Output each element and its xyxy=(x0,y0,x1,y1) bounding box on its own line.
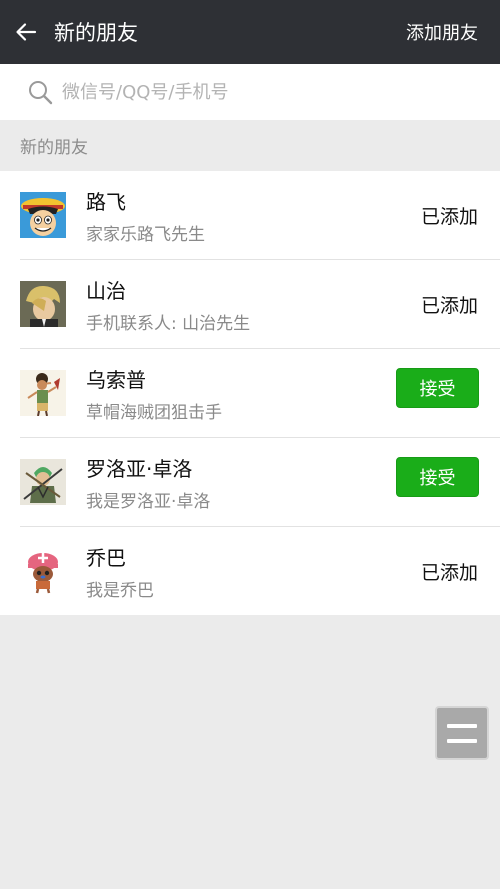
friend-message: 我是乔巴 xyxy=(86,581,154,601)
top-bar: 新的朋友 添加朋友 xyxy=(0,0,500,64)
accept-button[interactable]: 接受 xyxy=(396,368,479,408)
search-bar xyxy=(0,64,500,120)
status-added-label: 已添加 xyxy=(420,295,478,317)
menu-icon xyxy=(447,723,477,728)
section-header: 新的朋友 xyxy=(0,120,500,171)
section-title: 新的朋友 xyxy=(20,138,88,158)
friend-name: 罗洛亚·卓洛 xyxy=(86,457,193,481)
add-friend-button[interactable]: 添加朋友 xyxy=(406,19,478,45)
luffy-avatar xyxy=(20,192,66,238)
friend-name: 乌索普 xyxy=(86,368,146,392)
status-added-label: 已添加 xyxy=(420,206,478,228)
friend-request-list: 路飞 家家乐路飞先生 已添加 山治 手机联系人: 山治先生 已添加 乌索普 草帽… xyxy=(0,171,500,615)
back-button[interactable] xyxy=(0,0,52,64)
friend-message: 家家乐路飞先生 xyxy=(86,225,205,245)
friend-message: 草帽海贼团狙击手 xyxy=(86,403,222,423)
zoro-avatar xyxy=(20,459,66,505)
list-item[interactable]: 乔巴 我是乔巴 已添加 xyxy=(0,527,500,616)
status-added-label: 已添加 xyxy=(420,562,478,584)
list-item[interactable]: 罗洛亚·卓洛 我是罗洛亚·卓洛 接受 xyxy=(0,438,500,527)
usopp-avatar xyxy=(20,370,66,416)
search-icon xyxy=(29,81,53,105)
search-input[interactable] xyxy=(62,81,462,103)
floating-menu-button[interactable] xyxy=(435,706,489,760)
arrow-left-icon xyxy=(16,23,37,41)
list-item[interactable]: 乌索普 草帽海贼团狙击手 接受 xyxy=(0,349,500,438)
chopper-avatar xyxy=(20,548,66,594)
friend-message: 手机联系人: 山治先生 xyxy=(86,314,251,334)
menu-icon xyxy=(447,738,477,743)
friend-message: 我是罗洛亚·卓洛 xyxy=(86,492,211,512)
sanji-avatar xyxy=(20,281,66,327)
friend-name: 路飞 xyxy=(86,190,126,214)
accept-button[interactable]: 接受 xyxy=(396,457,479,497)
friend-name: 乔巴 xyxy=(86,546,126,570)
page-title: 新的朋友 xyxy=(54,21,138,45)
list-item[interactable]: 路飞 家家乐路飞先生 已添加 xyxy=(0,171,500,260)
friend-name: 山治 xyxy=(86,279,126,303)
list-item[interactable]: 山治 手机联系人: 山治先生 已添加 xyxy=(0,260,500,349)
